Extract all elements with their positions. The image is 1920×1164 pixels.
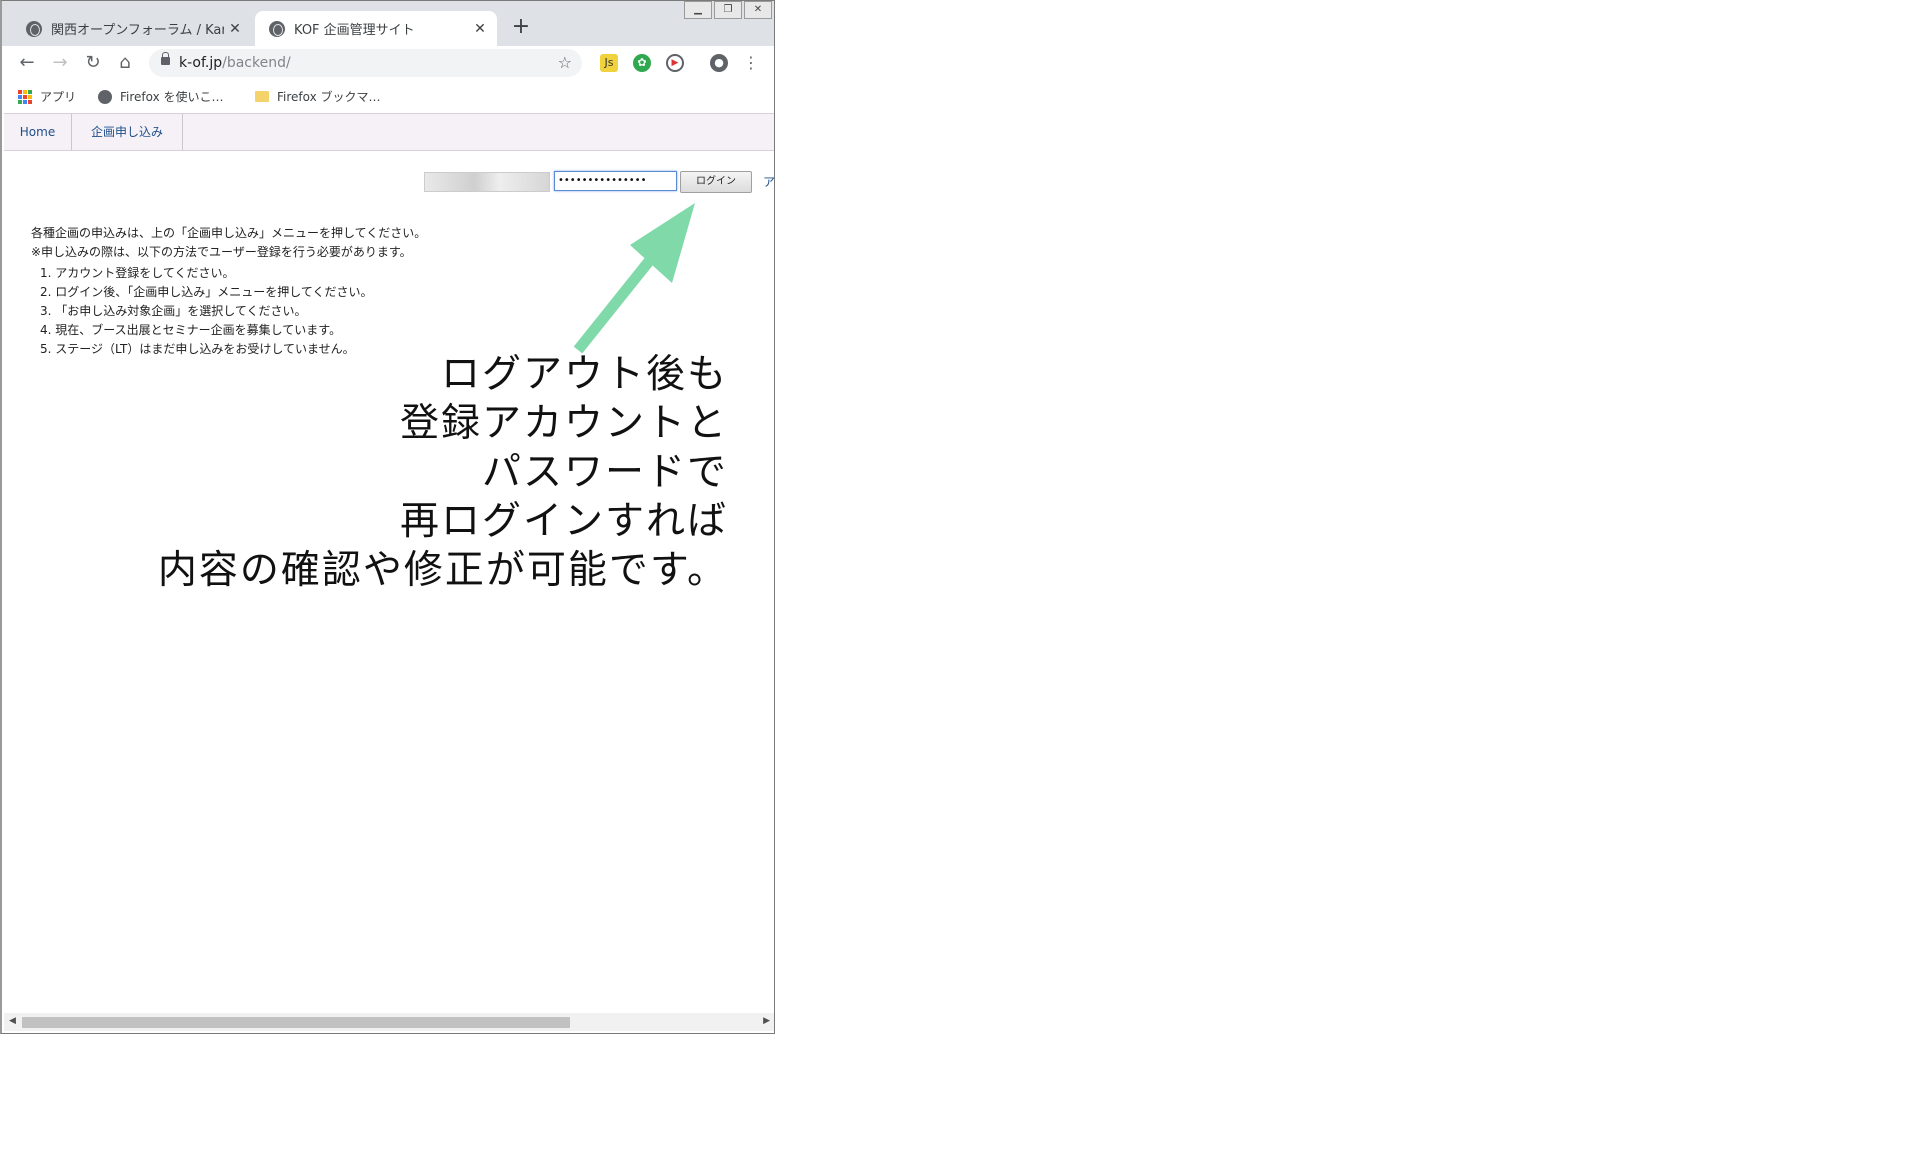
- annotation-line: ログアウト後も: [440, 352, 728, 397]
- close-icon[interactable]: ✕: [469, 21, 491, 37]
- nav-project-application[interactable]: 企画申し込み: [72, 114, 183, 150]
- puzzle-extension-icon[interactable]: ✿: [633, 54, 651, 72]
- bookmark-firefox-tips[interactable]: Firefox を使いこ…: [98, 88, 224, 105]
- js-extension-icon[interactable]: Js: [600, 54, 618, 72]
- bookmark-apps[interactable]: アプリ: [18, 88, 76, 105]
- lock-icon: [161, 52, 170, 65]
- tab-kof-forum[interactable]: 関西オープンフォーラム / Kansa ✕: [12, 11, 252, 46]
- tab-strip: 関西オープンフォーラム / Kansa ✕ KOF 企画管理サイト ✕ + ▁ …: [2, 1, 774, 46]
- annotation-line: パスワードで: [481, 450, 728, 495]
- tab-kof-backend[interactable]: KOF 企画管理サイト ✕: [255, 11, 497, 46]
- password-field[interactable]: •••••••••••••••: [554, 171, 677, 191]
- annotation-arrow: [573, 203, 695, 354]
- list-item: 2. ログイン後、「企画申し込み」メニューを押してください。: [40, 285, 373, 299]
- bookmark-firefox-folder[interactable]: Firefox ブックマ…: [255, 88, 381, 105]
- profile-icon[interactable]: ●: [710, 54, 728, 72]
- apps-grid-icon: [18, 89, 32, 104]
- account-link[interactable]: ア: [763, 173, 774, 190]
- bookmark-star-icon[interactable]: ☆: [558, 49, 572, 77]
- scrollbar-thumb[interactable]: [22, 1017, 570, 1028]
- back-icon[interactable]: ←: [14, 50, 40, 76]
- new-tab-button[interactable]: +: [507, 13, 535, 41]
- menu-dots-icon[interactable]: ⋮: [742, 54, 760, 72]
- tab-title: KOF 企画管理サイト: [294, 23, 415, 38]
- annotation-text: ログアウト後も 登録アカウントと パスワードで 再ログインすれば 内容の確認や修…: [158, 350, 728, 595]
- login-button[interactable]: ログイン: [680, 171, 752, 193]
- close-window-button[interactable]: ✕: [744, 1, 772, 19]
- annotation-line: 登録アカウントと: [399, 401, 728, 446]
- scroll-left-icon[interactable]: ◀: [9, 1016, 16, 1026]
- instructions: 各種企画の申込みは、上の「企画申し込み」メニューを押してください。 ※申し込みの…: [31, 224, 426, 359]
- forward-icon[interactable]: →: [47, 50, 73, 76]
- bookmark-label: Firefox を使いこ…: [120, 90, 224, 104]
- window-controls: ▁ ❐ ✕: [682, 1, 772, 19]
- globe-icon: [269, 20, 285, 37]
- globe-icon: [98, 89, 112, 104]
- home-icon[interactable]: ⌂: [112, 50, 138, 76]
- scroll-right-icon[interactable]: ▶: [763, 1016, 770, 1026]
- minimize-button[interactable]: ▁: [684, 1, 712, 19]
- list-item: 3. 「お申し込み対象企画」を選択してください。: [40, 304, 307, 318]
- instruction-note: ※申し込みの際は、以下の方法でユーザー登録を行う必要があります。: [31, 245, 412, 259]
- annotation-line: 再ログインすれば: [399, 499, 728, 544]
- list-item: 1. アカウント登録をしてください。: [40, 266, 235, 280]
- close-icon[interactable]: ✕: [224, 21, 246, 37]
- steps-list: 1. アカウント登録をしてください。 2. ログイン後、「企画申し込み」メニュー…: [31, 264, 426, 359]
- restore-button[interactable]: ❐: [714, 1, 742, 19]
- nav-home[interactable]: Home: [4, 114, 72, 150]
- bookmark-label: Firefox ブックマ…: [277, 90, 381, 104]
- tab-title: 関西オープンフォーラム / Kansa: [51, 23, 224, 38]
- folder-icon: [255, 91, 269, 102]
- list-item: 4. 現在、ブース出展とセミナー企画を募集しています。: [40, 323, 342, 337]
- url-host: k-of.jp: [179, 55, 223, 71]
- globe-icon: [26, 20, 42, 37]
- address-bar[interactable]: k-of.jp/backend/ ☆: [149, 49, 582, 77]
- horizontal-scrollbar[interactable]: ◀ ▶: [4, 1013, 774, 1031]
- bookmarks-bar: アプリ Firefox を使いこ… Firefox ブックマ…: [2, 79, 774, 113]
- browser-toolbar: ← → ↻ ⌂ k-of.jp/backend/ ☆ Js ✿ ▶ ● ⋮: [2, 46, 774, 79]
- reload-icon[interactable]: ↻: [80, 50, 106, 76]
- record-extension-icon[interactable]: ▶: [666, 54, 684, 72]
- site-nav: Home 企画申し込み: [4, 113, 774, 151]
- annotation-line: 内容の確認や修正が可能です。: [157, 548, 728, 593]
- username-field-blurred[interactable]: [424, 172, 550, 192]
- bookmark-label: アプリ: [40, 90, 77, 104]
- url-path: /backend/: [222, 55, 291, 71]
- instruction-line: 各種企画の申込みは、上の「企画申し込み」メニューを押してください。: [31, 226, 427, 240]
